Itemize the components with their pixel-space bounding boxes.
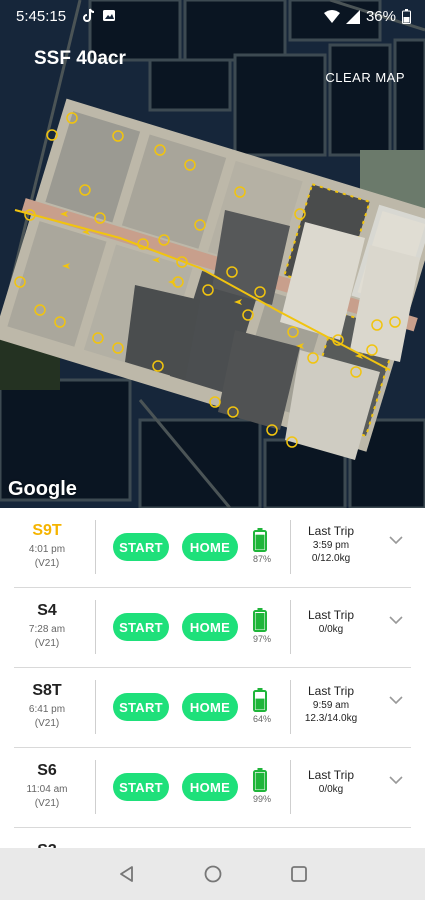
drone-version: (V21)	[34, 638, 60, 649]
drone-row[interactable]: S9T 4:01 pm (V21) START HOME 87% Last Tr…	[0, 508, 425, 588]
drone-version: (V21)	[34, 558, 60, 569]
start-button[interactable]: START	[113, 773, 169, 801]
row-divider	[95, 600, 96, 654]
row-divider	[95, 760, 96, 814]
chevron-down-icon[interactable]	[388, 532, 404, 548]
back-icon[interactable]	[117, 864, 137, 884]
drone-row[interactable]: S4 7:28 am (V21) START HOME 97% Last Tri…	[0, 588, 425, 668]
drone-version: (V21)	[34, 798, 60, 809]
battery-icon	[402, 9, 411, 24]
last-trip: Last Trip 0/0kg	[298, 768, 364, 795]
last-trip-time: 3:59 pm	[312, 540, 350, 551]
row-divider	[290, 600, 291, 654]
home-circle-icon[interactable]	[203, 864, 223, 884]
last-trip: Last Trip 3:59 pm 0/12.0kg	[298, 524, 364, 564]
battery-icon	[253, 608, 267, 632]
start-button[interactable]: START	[113, 693, 169, 721]
drone-battery: 97%	[253, 608, 271, 644]
system-nav-bar	[0, 848, 425, 900]
battery-percent: 64%	[252, 714, 271, 724]
status-bar: 5:45:15 36%	[0, 0, 425, 34]
start-button[interactable]: START	[113, 533, 169, 561]
map-view[interactable]: 5:45:15 36% SSF 40acr CLEAR MAP Google	[0, 0, 425, 508]
chevron-down-icon[interactable]	[388, 772, 404, 788]
drone-row[interactable]: S3	[0, 828, 425, 848]
image-icon	[103, 10, 115, 21]
row-divider	[95, 520, 96, 574]
recents-icon[interactable]	[289, 864, 309, 884]
drone-name: S9T	[32, 522, 62, 539]
drone-name: S6	[37, 762, 57, 779]
drone-last-seen: 4:01 pm	[28, 544, 66, 555]
last-trip-title: Last Trip	[307, 608, 355, 622]
battery-percent: 87%	[252, 554, 271, 564]
last-trip-load: 12.3/14.0kg	[304, 713, 358, 724]
row-divider	[290, 520, 291, 574]
signal-icon	[345, 9, 360, 24]
farm-title: SSF 40acr	[34, 48, 126, 69]
drone-last-seen: 6:41 pm	[28, 704, 66, 715]
home-button[interactable]: HOME	[182, 773, 238, 801]
drone-battery: 87%	[253, 528, 271, 564]
row-divider	[290, 760, 291, 814]
last-trip-load: 0/12.0kg	[311, 553, 351, 564]
wifi-icon	[323, 9, 340, 23]
start-button[interactable]: START	[113, 613, 169, 641]
chevron-down-icon[interactable]	[388, 692, 404, 708]
last-trip-load: 0/0kg	[318, 784, 344, 795]
last-trip-load: 0/0kg	[318, 624, 344, 635]
drone-battery: 99%	[253, 768, 271, 804]
battery-icon	[253, 768, 267, 792]
drone-list[interactable]: S9T 4:01 pm (V21) START HOME 87% Last Tr…	[0, 508, 425, 848]
battery-icon	[253, 688, 267, 712]
last-trip-title: Last Trip	[307, 684, 355, 698]
drone-row[interactable]: S8T 6:41 pm (V21) START HOME 64% Last Tr…	[0, 668, 425, 748]
last-trip-title: Last Trip	[307, 524, 355, 538]
home-button[interactable]: HOME	[182, 693, 238, 721]
drone-name: S8T	[32, 682, 62, 699]
battery-icon	[253, 528, 267, 552]
row-divider	[95, 680, 96, 734]
status-time: 5:45:15	[16, 8, 67, 25]
google-logo: Google	[8, 478, 77, 500]
notification-icons	[82, 8, 116, 23]
drone-last-seen: 11:04 am	[26, 784, 68, 795]
drone-last-seen: 7:28 am	[28, 624, 66, 635]
battery-percent: 36%	[365, 8, 396, 25]
home-button[interactable]: HOME	[182, 533, 238, 561]
last-trip: Last Trip 0/0kg	[298, 608, 364, 635]
last-trip: Last Trip 9:59 am 12.3/14.0kg	[298, 684, 364, 724]
drone-name: S4	[37, 602, 57, 619]
status-right: 36%	[323, 8, 411, 25]
home-button[interactable]: HOME	[182, 613, 238, 641]
row-divider	[290, 680, 291, 734]
drone-battery: 64%	[253, 688, 271, 724]
drone-version: (V21)	[34, 718, 60, 729]
last-trip-title: Last Trip	[307, 768, 355, 782]
last-trip-time: 9:59 am	[312, 700, 350, 711]
clear-map-button[interactable]: CLEAR MAP	[325, 70, 405, 85]
battery-percent: 97%	[252, 634, 271, 644]
app-screen: 5:45:15 36% SSF 40acr CLEAR MAP Google S…	[0, 0, 425, 900]
battery-percent: 99%	[252, 794, 271, 804]
tiktok-icon	[83, 8, 95, 22]
drone-row[interactable]: S6 11:04 am (V21) START HOME 99% Last Tr…	[0, 748, 425, 828]
chevron-down-icon[interactable]	[388, 612, 404, 628]
